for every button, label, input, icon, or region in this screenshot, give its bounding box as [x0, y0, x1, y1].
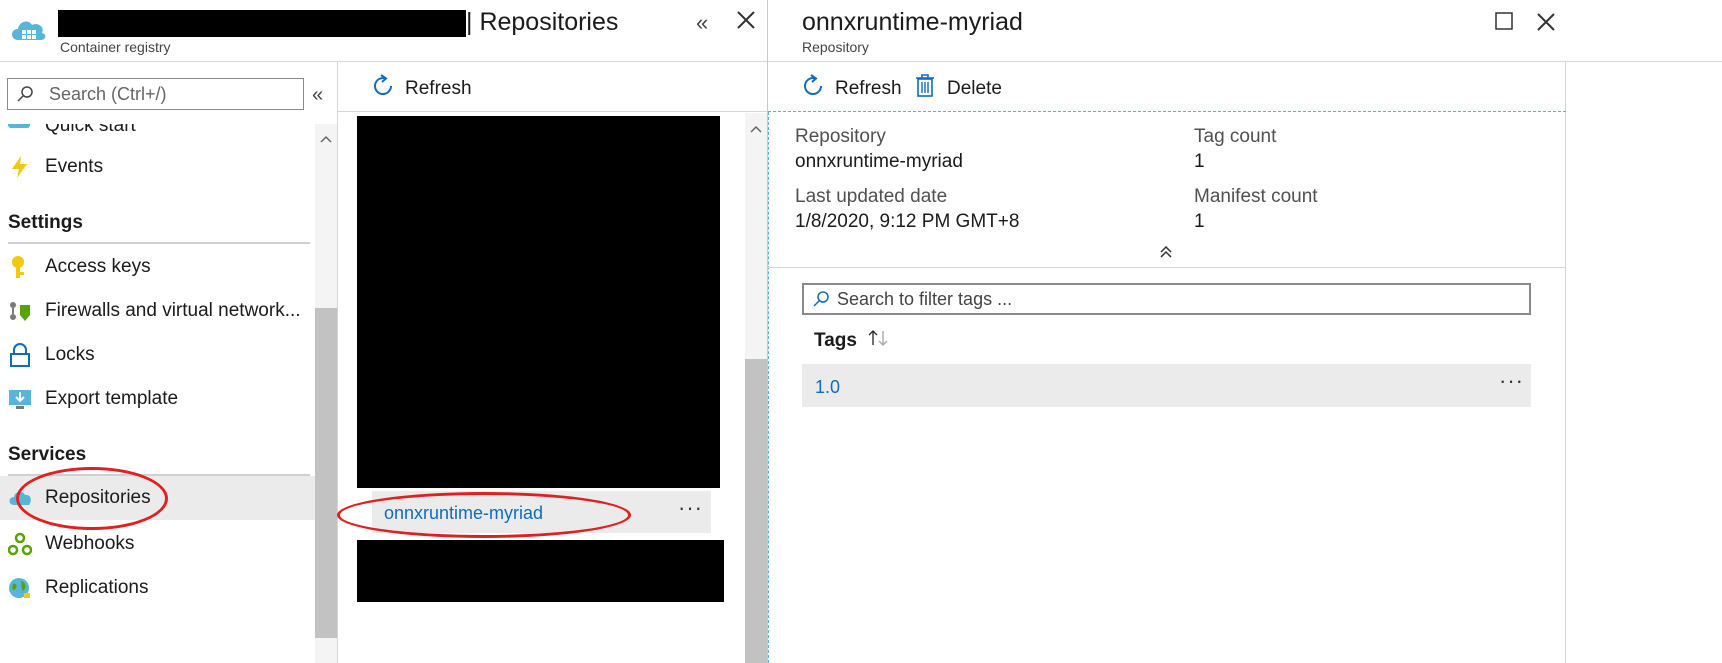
repository-list-scroll-thumb[interactable]: [745, 359, 767, 663]
refresh-label: Refresh: [835, 78, 902, 99]
repository-toolbar: Refresh Delete: [768, 62, 1566, 112]
maximize-icon: [1495, 12, 1513, 30]
tag-more-button[interactable]: ···: [1499, 368, 1524, 394]
delete-label: Delete: [947, 78, 1002, 99]
menu-item-label: Locks: [45, 344, 95, 365]
menu-item-label: Events: [45, 156, 104, 177]
refresh-icon: [371, 74, 395, 104]
refresh-repositories-button[interactable]: Refresh: [371, 74, 472, 104]
services-section-header: Services: [8, 444, 87, 465]
repository-blade: onnxruntime-myriad Repository Refresh De…: [768, 0, 1722, 663]
lightning-icon: [8, 155, 32, 179]
quick-start-icon: [8, 124, 30, 128]
tags-column-header[interactable]: Tags: [814, 329, 889, 352]
repository-more-button[interactable]: ···: [678, 495, 703, 521]
menu-search-input[interactable]: Search (Ctrl+/): [7, 78, 304, 110]
repository-subtitle: Repository: [802, 39, 869, 55]
tag-search-placeholder: Search to filter tags ...: [837, 289, 1013, 309]
menu-item-label: Export template: [45, 388, 179, 409]
menu-item-replications[interactable]: Replications: [0, 564, 315, 612]
menu-item-label: Replications: [45, 577, 149, 598]
menu-scroll-thumb[interactable]: [315, 308, 337, 638]
sort-icon: [867, 329, 889, 352]
refresh-icon: [801, 74, 825, 104]
repository-list-toolbar: Refresh: [338, 62, 767, 112]
page-subtitle: Container registry: [60, 39, 171, 55]
repository-list-scrollbar[interactable]: [745, 113, 767, 663]
key-icon: [8, 255, 32, 279]
menu-scrollbar[interactable]: [315, 124, 337, 663]
repository-title: onnxruntime-myriad: [802, 8, 1023, 36]
tag-count-value: 1: [1194, 151, 1205, 172]
menu-item-events[interactable]: Events: [0, 143, 315, 191]
repository-value: onnxruntime-myriad: [795, 151, 963, 172]
container-registry-icon: [8, 14, 48, 46]
collapse-blade-icon[interactable]: «: [696, 10, 708, 36]
repository-essentials: Repository onnxruntime-myriad Tag count …: [768, 113, 1566, 268]
repository-list-panel: Refresh onnxruntime-myriad ···: [338, 62, 767, 663]
annotation-oval-repositories: [16, 467, 168, 530]
globe-icon: [8, 576, 32, 600]
delete-repository-button[interactable]: Delete: [915, 74, 1002, 104]
settings-section-header: Settings: [8, 212, 83, 233]
collapse-essentials-icon[interactable]: [1159, 245, 1173, 264]
repository-label: Repository: [795, 126, 886, 147]
close-icon: [737, 11, 755, 29]
lock-icon: [8, 343, 32, 367]
menu-list: Quick start Events Settings Access keys …: [0, 124, 315, 663]
tag-count-label: Tag count: [1194, 126, 1277, 147]
menu-item-locks[interactable]: Locks: [0, 331, 315, 379]
repository-list: onnxruntime-myriad ···: [338, 113, 745, 663]
redacted-repositories-bottom: [357, 540, 724, 602]
search-placeholder: Search (Ctrl+/): [49, 84, 167, 104]
search-icon: [812, 290, 830, 313]
page-title: | Repositories: [466, 8, 619, 36]
menu-item-quick-start-label[interactable]: Quick start: [45, 124, 136, 137]
menu-item-export-template[interactable]: Export template: [0, 375, 315, 423]
close-icon: [1537, 13, 1555, 31]
repository-blade-header: onnxruntime-myriad Repository: [768, 0, 1722, 62]
menu-item-label: Firewalls and virtual network...: [45, 300, 301, 321]
webhooks-icon: [7, 532, 33, 556]
close-repository-blade-button[interactable]: [1536, 12, 1556, 37]
tag-name-link[interactable]: 1.0: [815, 377, 840, 398]
export-template-icon: [8, 387, 32, 411]
scroll-up-icon[interactable]: [320, 130, 332, 148]
tag-row[interactable]: 1.0 ···: [802, 364, 1531, 407]
firewall-network-icon: [8, 299, 32, 323]
trash-icon: [915, 74, 935, 104]
left-blade-header: | Repositories Container registry «: [0, 0, 768, 62]
last-updated-label: Last updated date: [795, 186, 948, 207]
redacted-repositories-top: [357, 116, 720, 488]
tags-header-label: Tags: [814, 329, 857, 351]
manifest-count-value: 1: [1194, 211, 1205, 232]
manifest-count-label: Manifest count: [1194, 186, 1318, 207]
last-updated-value: 1/8/2020, 9:12 PM GMT+8: [795, 211, 1020, 232]
refresh-repository-button[interactable]: Refresh: [801, 74, 902, 104]
menu-item-label: Webhooks: [45, 533, 135, 554]
menu-item-webhooks[interactable]: Webhooks: [0, 520, 315, 568]
refresh-label: Refresh: [405, 78, 472, 99]
menu-item-firewalls[interactable]: Firewalls and virtual network...: [0, 287, 315, 335]
close-blade-button[interactable]: [736, 10, 756, 35]
menu-item-label: Access keys: [45, 256, 151, 277]
collapse-menu-icon[interactable]: «: [312, 84, 323, 107]
scroll-up-icon[interactable]: [750, 120, 762, 138]
menu-item-access-keys[interactable]: Access keys: [0, 243, 315, 291]
tag-search-input[interactable]: Search to filter tags ...: [802, 283, 1531, 315]
search-icon: [16, 85, 34, 108]
resource-menu: Search (Ctrl+/) « Quick start Events Set…: [0, 62, 338, 663]
redacted-registry-name: [58, 10, 466, 37]
annotation-oval-repository: [337, 492, 631, 538]
maximize-blade-button[interactable]: [1495, 12, 1513, 35]
